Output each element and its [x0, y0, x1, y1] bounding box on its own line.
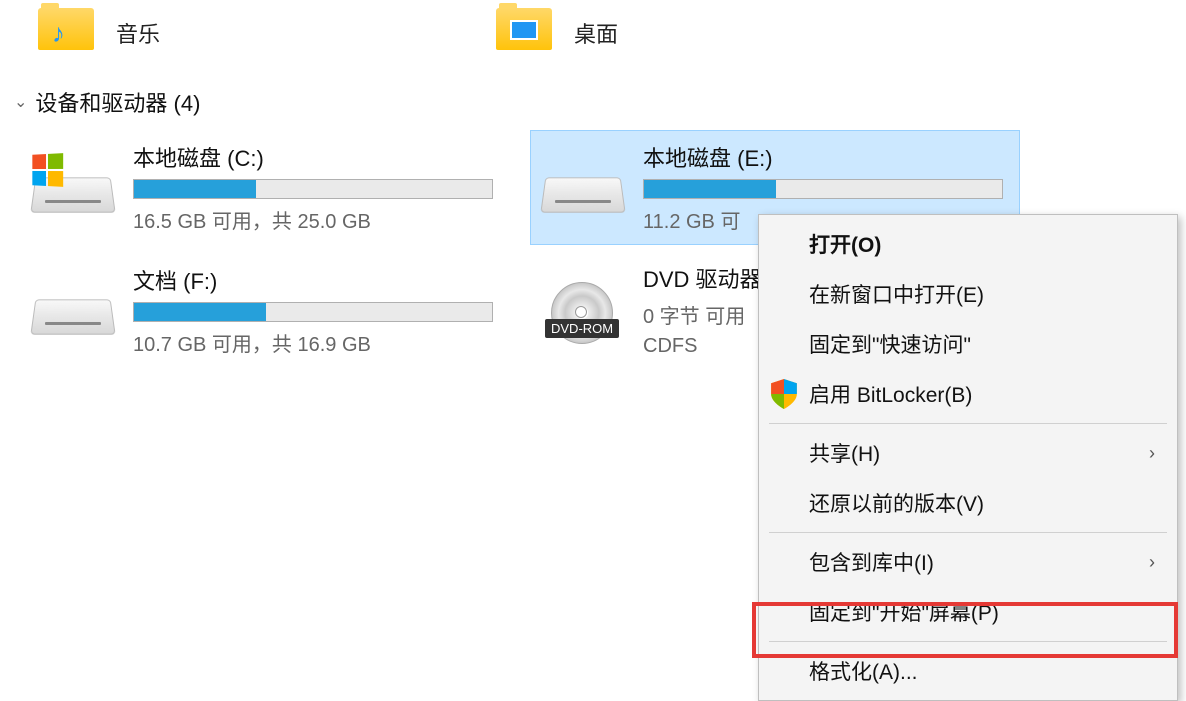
menu-open[interactable]: 打开(O) — [761, 219, 1175, 269]
drive-e-name: 本地磁盘 (E:) — [643, 141, 1007, 173]
drive-c-stats: 16.5 GB 可用，共 25.0 GB — [133, 205, 497, 234]
chevron-down-icon: ⌄ — [14, 92, 27, 112]
menu-pin-start[interactable]: 固定到"开始"屏幕(P) — [761, 587, 1175, 637]
menu-pin-quick-access[interactable]: 固定到"快速访问" — [761, 319, 1175, 369]
drive-c[interactable]: 本地磁盘 (C:) 16.5 GB 可用，共 25.0 GB — [20, 130, 510, 245]
dvd-drive-icon: DVD-ROM — [543, 282, 625, 338]
folder-music-icon: ♪ — [38, 8, 98, 58]
folder-desktop-icon — [496, 8, 556, 58]
folder-music-label: 音乐 — [116, 17, 160, 49]
folder-desktop[interactable]: 桌面 — [488, 0, 626, 66]
menu-share[interactable]: 共享(H) › — [761, 428, 1175, 478]
windows-logo-icon — [32, 153, 63, 187]
menu-separator — [769, 423, 1167, 424]
drive-c-usage-bar — [133, 179, 493, 199]
devices-section-title: 设备和驱动器 (4) — [35, 86, 200, 118]
drive-f-icon — [33, 282, 115, 338]
submenu-arrow-icon: › — [1149, 443, 1155, 464]
menu-separator — [769, 532, 1167, 533]
drive-f-usage-bar — [133, 302, 493, 322]
menu-include-library[interactable]: 包含到库中(I) › — [761, 537, 1175, 587]
drive-f-stats: 10.7 GB 可用，共 16.9 GB — [133, 328, 497, 357]
menu-open-new-window[interactable]: 在新窗口中打开(E) — [761, 269, 1175, 319]
uac-shield-icon — [771, 379, 797, 409]
menu-bitlocker[interactable]: 启用 BitLocker(B) — [761, 369, 1175, 419]
submenu-arrow-icon: › — [1149, 552, 1155, 573]
drive-c-name: 本地磁盘 (C:) — [133, 141, 497, 173]
drive-e-icon — [543, 160, 625, 216]
devices-section-header[interactable]: ⌄ 设备和驱动器 (4) — [0, 66, 1186, 130]
drive-f[interactable]: 文档 (F:) 10.7 GB 可用，共 16.9 GB — [20, 251, 510, 369]
folder-desktop-label: 桌面 — [574, 17, 618, 49]
menu-format[interactable]: 格式化(A)... — [761, 646, 1175, 696]
folder-music[interactable]: ♪ 音乐 — [30, 0, 168, 66]
drive-f-name: 文档 (F:) — [133, 264, 497, 296]
context-menu: 打开(O) 在新窗口中打开(E) 固定到"快速访问" 启用 BitLocker(… — [758, 214, 1178, 701]
menu-restore-previous[interactable]: 还原以前的版本(V) — [761, 478, 1175, 528]
dvd-rom-badge: DVD-ROM — [545, 319, 619, 338]
drive-e-usage-bar — [643, 179, 1003, 199]
user-folders-row: ♪ 音乐 桌面 — [0, 0, 1186, 66]
drive-c-icon — [33, 160, 115, 216]
menu-separator — [769, 641, 1167, 642]
